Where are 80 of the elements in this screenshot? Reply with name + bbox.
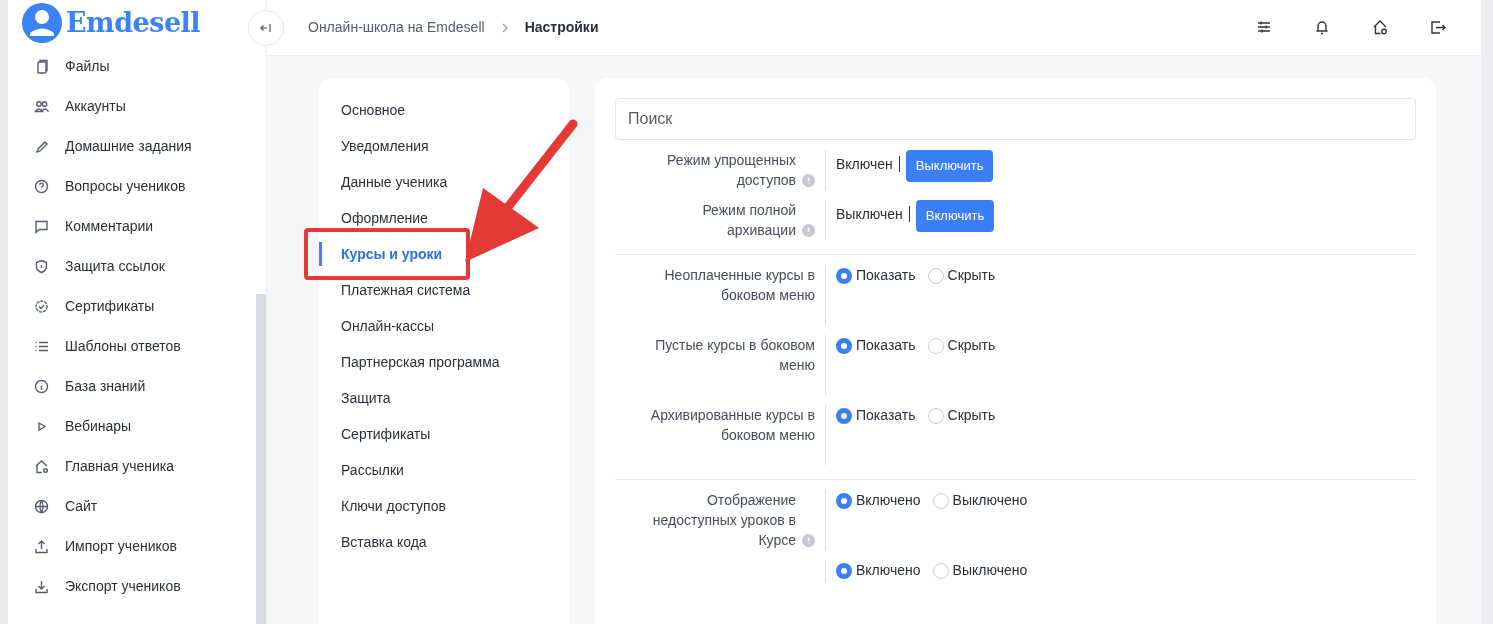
radio-option[interactable]: Скрыть — [927, 405, 996, 426]
sidebar-item[interactable]: Аккаунты — [8, 86, 254, 126]
toggle-button[interactable]: Включить — [915, 200, 995, 232]
radio-button[interactable] — [927, 407, 944, 424]
radio-button[interactable] — [927, 337, 944, 354]
radio-option[interactable]: Включено — [836, 560, 921, 581]
globe-icon — [34, 498, 49, 514]
breadcrumb-item: Настройки — [524, 18, 599, 37]
sidebar-item[interactable]: Файлы — [8, 46, 254, 86]
users-icon — [34, 98, 49, 114]
download-icon — [34, 578, 49, 594]
status-text: Выключен — [836, 206, 910, 222]
speech-bubble-icon — [34, 218, 49, 234]
sidebar-item[interactable]: Домашние задания — [8, 126, 254, 166]
question-icon — [34, 178, 49, 194]
radio-option[interactable]: Скрыть — [927, 265, 996, 286]
setting-label: Неоплаченные курсы в боковом меню — [663, 266, 815, 305]
sidebar-item[interactable]: Импорт учеников — [8, 526, 254, 566]
settings-menu-item[interactable]: Уведомления — [319, 128, 437, 164]
status-text: Включен — [836, 156, 900, 172]
setting-label: Отображение недоступных уроков в Курсе — [651, 491, 796, 550]
radio-button[interactable] — [836, 267, 852, 284]
settings-menu-item[interactable]: Вставка кода — [319, 524, 435, 560]
arrow-left-bar-icon — [260, 21, 272, 34]
radio-option[interactable]: Включено — [836, 490, 921, 511]
sidebar-item[interactable]: Шаблоны ответов — [8, 326, 254, 366]
logo-text: Emdesell — [66, 5, 201, 40]
radio-option[interactable]: Показать — [836, 405, 916, 426]
radio-button[interactable] — [932, 492, 949, 509]
sidebar-item[interactable]: Защита ссылок — [8, 246, 254, 286]
settings-menu-item[interactable]: Ключи доступов — [319, 488, 454, 524]
radio-option[interactable]: Показать — [836, 265, 916, 286]
sidebar-item[interactable]: Вебинары — [8, 406, 254, 446]
toggle-button[interactable]: Выключить — [905, 150, 994, 182]
settings-menu-item[interactable]: Защита — [319, 380, 399, 416]
house-gear-icon — [34, 458, 49, 474]
info-icon[interactable] — [802, 534, 815, 547]
settings-menu-item[interactable]: Курсы и уроки — [319, 236, 451, 272]
chevron-right-icon — [500, 22, 509, 33]
radio-button[interactable] — [836, 492, 852, 509]
settings-menu-item[interactable]: Онлайн-кассы — [319, 308, 443, 344]
sidebar-item[interactable]: Сайт — [8, 486, 254, 526]
search-field[interactable]: Поиск — [615, 98, 1416, 140]
radio-option[interactable]: Показать — [836, 335, 916, 356]
setting-label: Пустые курсы в боковом меню — [654, 336, 815, 375]
settings-menu-item[interactable]: Оформление — [319, 200, 436, 236]
setting-label: Режим упрощенных доступов — [666, 151, 796, 190]
settings-menu-item[interactable]: Сертификаты — [319, 416, 439, 452]
settings-menu-item[interactable]: Данные ученика — [319, 164, 456, 200]
upload-icon — [34, 538, 49, 554]
sidebar-item[interactable]: Сертификаты — [8, 286, 254, 326]
settings-menu-item[interactable]: Партнерская программа — [319, 344, 508, 380]
info-icon — [34, 378, 49, 394]
sidebar-item[interactable]: Комментарии — [8, 206, 254, 246]
scrollbar[interactable] — [256, 294, 266, 624]
radio-option[interactable]: Выключено — [932, 560, 1028, 581]
settings-menu-item[interactable]: Основное — [319, 92, 414, 128]
logo-icon — [22, 3, 62, 43]
settings-menu-item[interactable]: Рассылки — [319, 452, 412, 488]
radio-button[interactable] — [927, 267, 944, 284]
radio-button[interactable] — [836, 407, 852, 424]
pencil-icon — [34, 138, 49, 154]
settings-menu-item[interactable]: Платежная система — [319, 272, 479, 308]
radio-option[interactable]: Скрыть — [927, 335, 996, 356]
radio-button[interactable] — [932, 562, 949, 579]
radio-button[interactable] — [836, 562, 852, 579]
info-icon[interactable] — [802, 224, 815, 237]
radio-option[interactable]: Выключено — [932, 490, 1028, 511]
sidebar-item[interactable]: Экспорт учеников — [8, 566, 254, 606]
pages-icon — [34, 58, 49, 74]
radio-button[interactable] — [836, 337, 852, 354]
setting-label: Архивированные курсы в боковом меню — [650, 406, 815, 445]
check-badge-icon — [34, 298, 49, 314]
breadcrumb-item[interactable]: Онлайн-школа на Emdesell — [308, 17, 485, 38]
setting-label: Режим полной архивации — [701, 201, 796, 240]
sidebar-item[interactable]: База знаний — [8, 366, 254, 406]
sidebar-item[interactable]: Главная ученика — [8, 446, 254, 486]
info-icon[interactable] — [802, 174, 815, 187]
sidebar-item[interactable]: Вопросы учеников — [8, 166, 254, 206]
shield-icon — [34, 258, 49, 274]
